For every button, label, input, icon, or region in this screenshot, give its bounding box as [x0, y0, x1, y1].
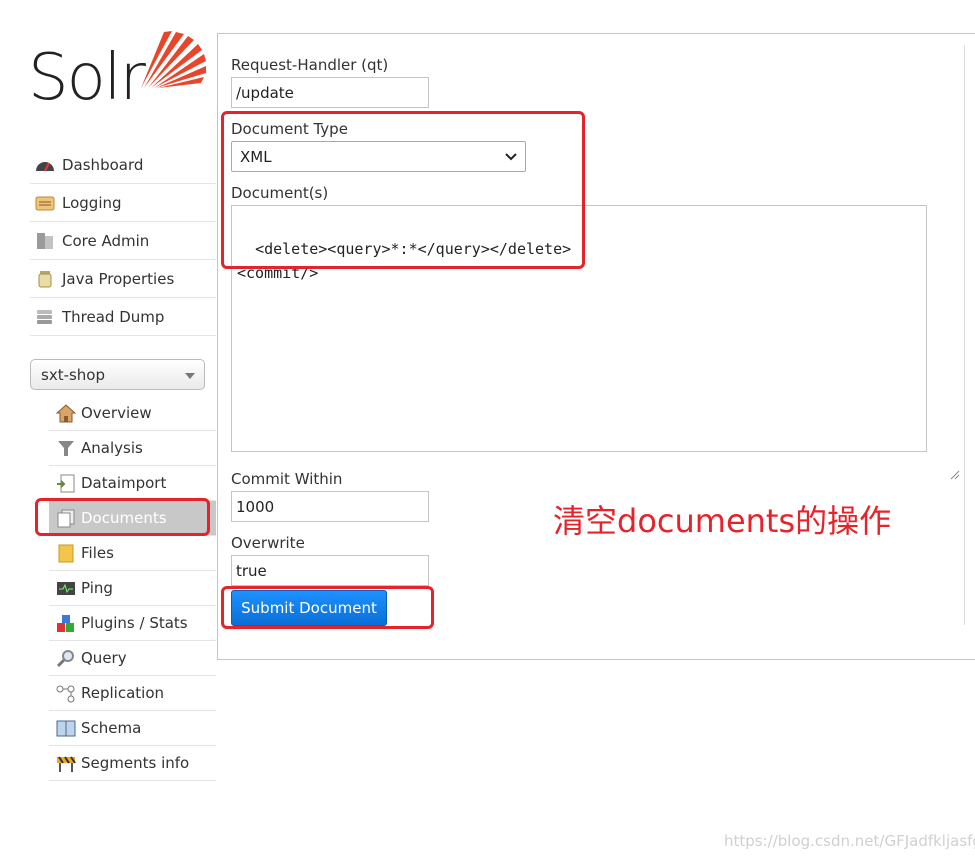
logging-page-icon	[35, 194, 55, 212]
solr-logo[interactable]: Solr	[28, 30, 206, 120]
nav-label: Core Admin	[62, 231, 150, 250]
java-jar-icon	[35, 270, 55, 288]
replication-nodes-icon	[56, 684, 76, 703]
overwrite-input[interactable]: true	[231, 555, 429, 586]
nav-label: Dashboard	[62, 155, 144, 174]
construction-barrier-icon	[56, 754, 76, 773]
core-menu-item-segments-info[interactable]: Segments info	[49, 746, 216, 781]
core-menu-label: Query	[81, 649, 127, 667]
annotation-box-documents-menu	[35, 498, 210, 536]
core-menu-label: Schema	[81, 719, 142, 737]
core-menu-item-query[interactable]: Query	[49, 641, 216, 676]
core-menu-label: Ping	[81, 579, 113, 597]
core-menu-item-dataimport[interactable]: Dataimport	[49, 466, 216, 501]
nav-label: Logging	[62, 193, 122, 212]
core-menu-label: Dataimport	[81, 474, 167, 492]
core-selector-value: sxt-shop	[41, 365, 106, 384]
nav-item-java-properties[interactable]: Java Properties	[30, 260, 216, 298]
core-menu-label: Segments info	[81, 754, 190, 772]
resize-grip-icon[interactable]	[914, 439, 960, 480]
core-selector[interactable]: sxt-shop	[30, 359, 205, 390]
annotation-box-submit	[221, 586, 434, 629]
core-admin-server-icon	[35, 232, 55, 250]
watermark: https://blog.csdn.net/GFJadfkljasfg	[724, 832, 975, 850]
core-menu-item-ping[interactable]: Ping	[49, 571, 216, 606]
dashboard-gauge-icon	[35, 156, 55, 174]
chevron-down-icon	[185, 373, 195, 379]
core-menu-item-files[interactable]: Files	[49, 536, 216, 571]
core-menu-label: Overview	[81, 404, 152, 422]
panel-divider	[964, 45, 965, 625]
core-menu-label: Analysis	[81, 439, 143, 457]
core-menu-item-schema[interactable]: Schema	[49, 711, 216, 746]
nav-label: Java Properties	[62, 269, 175, 288]
magnifier-icon	[56, 649, 76, 668]
commit-within-label: Commit Within	[231, 470, 343, 488]
request-handler-label: Request-Handler (qt)	[231, 56, 389, 74]
nav-item-logging[interactable]: Logging	[30, 184, 216, 222]
nav-item-dashboard[interactable]: Dashboard	[30, 146, 216, 184]
nav-label: Thread Dump	[62, 307, 165, 326]
monitor-pulse-icon	[56, 579, 76, 598]
commit-within-input[interactable]: 1000	[231, 491, 429, 522]
core-menu-item-replication[interactable]: Replication	[49, 676, 216, 711]
annotation-box-document	[221, 111, 585, 269]
funnel-icon	[56, 439, 76, 458]
core-menu-label: Files	[81, 544, 114, 562]
main-nav: Dashboard Logging Core Admin Java Proper…	[30, 146, 216, 336]
core-menu: Overview Analysis Dataimport Documents F…	[49, 396, 216, 781]
core-menu-item-overview[interactable]: Overview	[49, 396, 216, 431]
annotation-caption: 清空documents的操作	[553, 502, 892, 540]
core-menu-item-analysis[interactable]: Analysis	[49, 431, 216, 466]
core-menu-item-plugins-stats[interactable]: Plugins / Stats	[49, 606, 216, 641]
solr-sunburst-icon	[141, 31, 206, 88]
core-menu-label: Plugins / Stats	[81, 614, 188, 632]
core-menu-label: Replication	[81, 684, 165, 702]
import-page-icon	[56, 474, 76, 493]
book-icon	[56, 719, 76, 738]
thread-stack-icon	[35, 308, 55, 326]
logo-wordmark: Solr	[28, 41, 146, 115]
nav-item-thread-dump[interactable]: Thread Dump	[30, 298, 216, 336]
request-handler-input[interactable]: /update	[231, 77, 429, 108]
plugin-blocks-icon	[56, 614, 76, 633]
nav-item-core-admin[interactable]: Core Admin	[30, 222, 216, 260]
overwrite-label: Overwrite	[231, 534, 305, 552]
folder-icon	[56, 544, 76, 563]
house-icon	[55, 403, 77, 423]
